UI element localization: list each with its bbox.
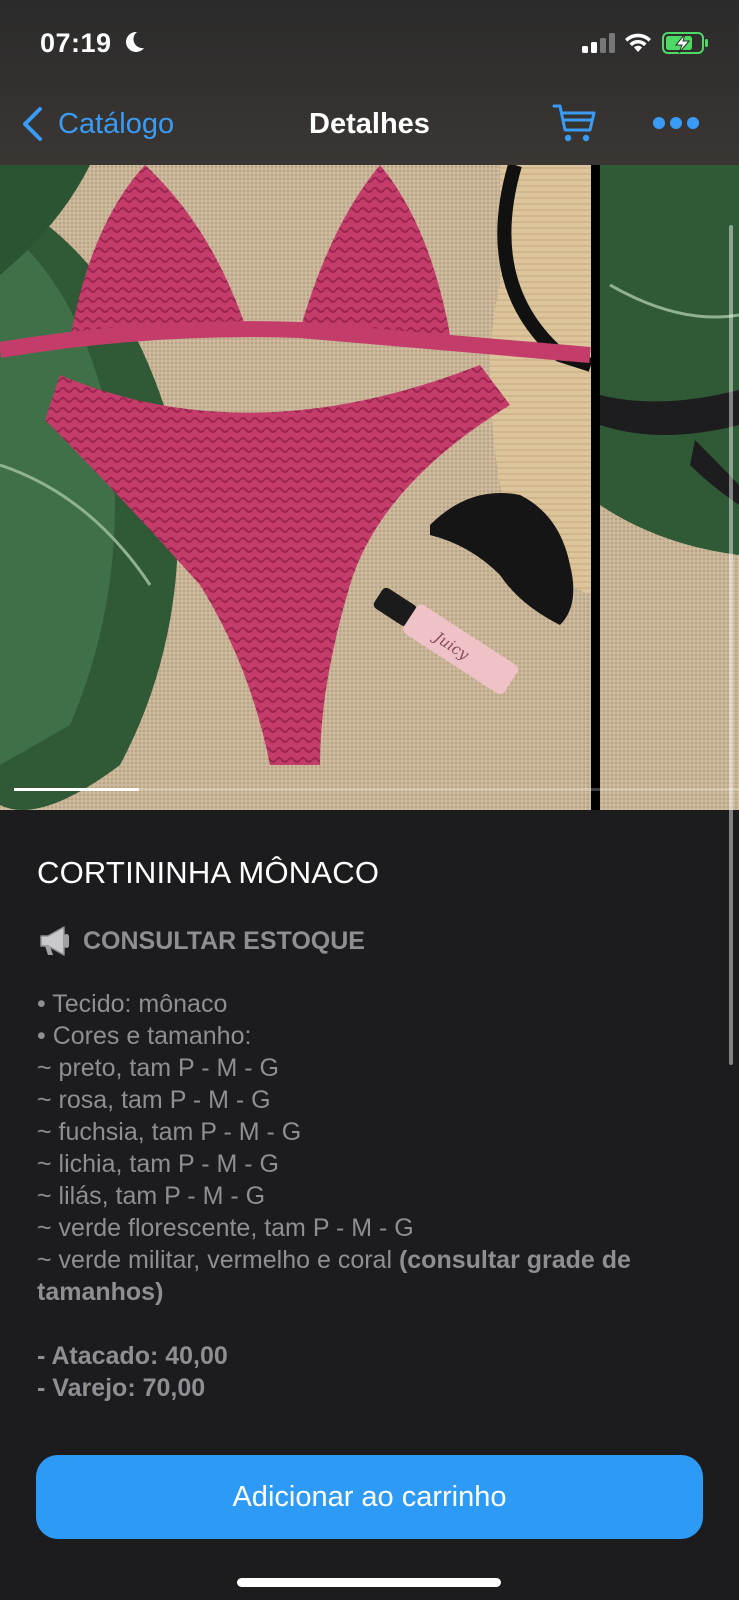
wifi-icon — [625, 33, 651, 52]
carousel-page-indicator — [14, 788, 139, 791]
cart-icon[interactable] — [552, 102, 598, 144]
photo-divider — [591, 165, 600, 810]
back-button[interactable]: Catálogo — [20, 106, 174, 142]
product-description: • Tecido: mônaco • Cores e tamanho: ~ pr… — [37, 988, 702, 1308]
product-photo: Juicy — [0, 165, 591, 810]
description-line: • Tecido: mônaco — [37, 990, 228, 1018]
add-to-cart-button[interactable]: Adicionar ao carrinho — [36, 1455, 703, 1539]
moon-icon — [126, 31, 144, 52]
back-label: Catálogo — [58, 107, 175, 140]
chevron-left-icon — [23, 107, 42, 141]
description-line: • Cores e tamanho: — [37, 1022, 252, 1050]
status-bar: 07:19 — [0, 0, 739, 88]
more-icon[interactable] — [652, 116, 700, 130]
scroll-indicator[interactable] — [729, 225, 733, 1065]
signal-icon — [582, 33, 615, 53]
description-text: ~ verde militar, vermelho e coral — [37, 1246, 399, 1274]
wholesale-price: - Atacado: 40,00 — [37, 1342, 228, 1370]
navigation-bar: Catálogo Detalhes — [0, 88, 739, 162]
description-line-last: ~ verde militar, vermelho e coral (consu… — [37, 1244, 702, 1308]
stock-label: CONSULTAR ESTOQUE — [83, 926, 365, 955]
description-line: ~ fuchsia, tam P - M - G — [37, 1118, 302, 1146]
retail-price: - Varejo: 70,00 — [37, 1374, 206, 1402]
product-details: CORTININHA MÔNACO CONSULTAR ESTOQUE • Te… — [0, 810, 739, 1404]
description-line: ~ rosa, tam P - M - G — [37, 1086, 271, 1114]
product-image-carousel[interactable]: Juicy — [0, 165, 739, 810]
battery-charging-icon — [662, 32, 708, 54]
price-list: - Atacado: 40,00 - Varejo: 70,00 — [37, 1340, 702, 1404]
description-line: ~ lilás, tam P - M - G — [37, 1182, 266, 1210]
next-product-photo — [600, 165, 739, 810]
home-indicator[interactable] — [237, 1578, 501, 1587]
description-line: ~ lichia, tam P - M - G — [37, 1150, 279, 1178]
product-title: CORTININHA MÔNACO — [37, 855, 380, 890]
description-line: ~ preto, tam P - M - G — [37, 1054, 279, 1082]
description-line: ~ verde florescente, tam P - M - G — [37, 1214, 414, 1242]
status-time: 07:19 — [40, 28, 112, 58]
stock-status: CONSULTAR ESTOQUE — [37, 924, 702, 958]
megaphone-icon — [40, 926, 69, 956]
